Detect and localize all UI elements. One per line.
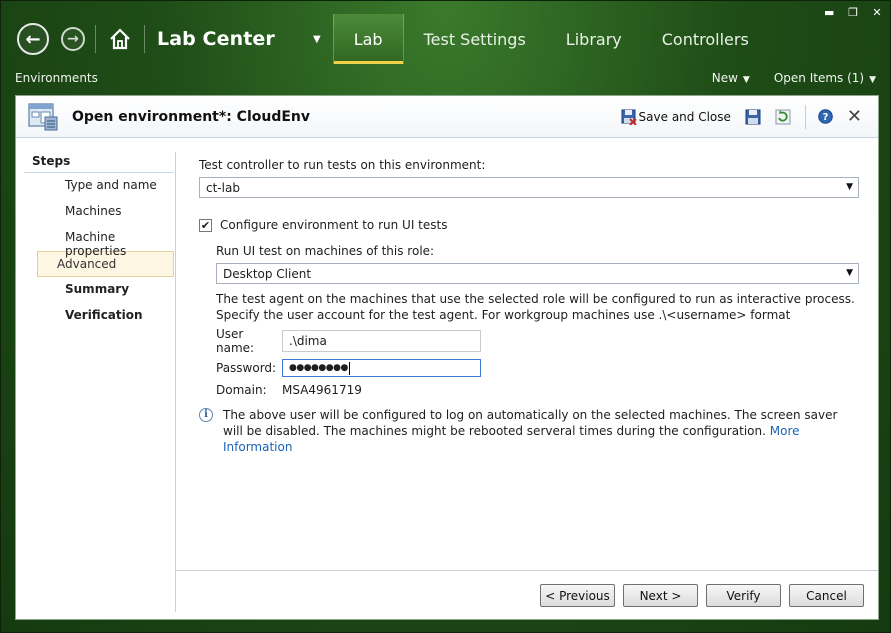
tab-label: Library xyxy=(565,29,622,49)
info-note: i The above user will be configured to l… xyxy=(199,407,859,455)
save-and-close-label: Save and Close xyxy=(638,109,731,124)
domain-row: Domain: MSA4961719 xyxy=(216,383,859,397)
sidebar-divider xyxy=(175,152,176,612)
tab-label: Controllers xyxy=(661,29,749,49)
password-row: Password: ●●●●●●●● xyxy=(216,359,859,377)
step-type-and-name[interactable]: Type and name xyxy=(24,173,174,199)
chevron-down-icon: ▼ xyxy=(846,268,853,278)
step-verification[interactable]: Verification xyxy=(24,303,174,329)
window-close-button[interactable]: ✕ xyxy=(872,6,882,19)
nav-separator xyxy=(95,25,96,53)
nav-separator xyxy=(144,25,145,53)
section-label[interactable]: Environments xyxy=(15,71,98,85)
domain-label: Domain: xyxy=(216,383,267,397)
configure-ui-label: Configure environment to run UI tests xyxy=(220,218,448,232)
domain-value: MSA4961719 xyxy=(282,383,362,397)
tab-label: Lab xyxy=(353,29,383,49)
save-icon[interactable] xyxy=(745,109,761,125)
subbar-actions: New ▼ Open Items (1) ▼ xyxy=(712,71,876,85)
forward-arrow-icon: → xyxy=(67,31,79,47)
chevron-down-icon: ▼ xyxy=(846,182,853,192)
wizard-footer: < Previous Next > Verify Cancel xyxy=(540,584,864,607)
controller-label: Test controller to run tests on this env… xyxy=(199,158,486,172)
panel-header-actions: Save and Close ? ✕ xyxy=(621,96,878,137)
advanced-settings-form: Test controller to run tests on this env… xyxy=(199,158,859,455)
chevron-down-icon: ▼ xyxy=(742,75,750,85)
password-label: Password: xyxy=(216,361,277,375)
app-title: Lab Center xyxy=(157,28,275,50)
role-value: Desktop Client xyxy=(223,266,312,281)
username-label: User name: xyxy=(216,327,255,355)
svg-text:?: ? xyxy=(823,112,829,123)
agent-description: The test agent on the machines that use … xyxy=(216,291,859,323)
info-text-block: The above user will be configured to log… xyxy=(223,407,859,455)
step-machines[interactable]: Machines xyxy=(24,199,174,225)
tab-controllers[interactable]: Controllers xyxy=(642,14,769,64)
home-icon xyxy=(110,28,130,50)
top-navigation: ← → Lab Center ▼ Lab Test Settings Libra… xyxy=(13,13,769,65)
info-icon: i xyxy=(199,408,213,422)
environment-panel: Open environment*: CloudEnv Save and Clo… xyxy=(15,95,879,620)
test-controller-select[interactable]: ct-lab ▼ xyxy=(199,177,859,198)
steps-title: Steps xyxy=(24,148,174,173)
step-machine-properties[interactable]: Machine properties xyxy=(24,225,174,258)
app-menu-dropdown-icon[interactable]: ▼ xyxy=(313,34,321,45)
tab-library[interactable]: Library xyxy=(546,14,642,64)
window-controls: ▬ ❐ ✕ xyxy=(824,6,882,19)
configure-ui-checkbox[interactable]: ✔ xyxy=(199,218,212,232)
new-menu-label: New xyxy=(711,71,738,85)
verify-button[interactable]: Verify xyxy=(706,584,781,607)
next-button[interactable]: Next > xyxy=(623,584,698,607)
refresh-icon[interactable] xyxy=(775,109,791,125)
username-row: User name: .\dima xyxy=(216,327,859,355)
chevron-down-icon: ▼ xyxy=(869,75,876,85)
new-menu[interactable]: New ▼ xyxy=(712,71,750,85)
text-cursor xyxy=(348,361,350,375)
info-text: The above user will be configured to log… xyxy=(223,408,838,438)
sub-navigation-bar: Environments New ▼ Open Items (1) ▼ xyxy=(1,65,890,91)
tab-lab[interactable]: Lab xyxy=(332,14,404,64)
back-arrow-icon: ← xyxy=(25,28,41,50)
environment-icon xyxy=(28,102,58,130)
header-separator xyxy=(804,104,806,129)
panel-header: Open environment*: CloudEnv Save and Clo… xyxy=(16,96,878,138)
minimize-button[interactable]: ▬ xyxy=(824,6,834,19)
open-items-menu[interactable]: Open Items (1) ▼ xyxy=(774,71,876,85)
test-controller-value: ct-lab xyxy=(206,180,240,195)
step-summary[interactable]: Summary xyxy=(24,277,174,303)
back-button[interactable]: ← xyxy=(17,23,49,55)
help-icon[interactable]: ? xyxy=(818,109,833,124)
footer-divider xyxy=(176,570,878,571)
password-input[interactable]: ●●●●●●●● xyxy=(282,359,481,377)
close-icon[interactable]: ✕ xyxy=(847,106,862,127)
home-button[interactable] xyxy=(106,25,134,53)
description-line: The test agent on the machines that use … xyxy=(216,292,855,306)
save-close-icon xyxy=(621,109,637,125)
previous-button[interactable]: < Previous xyxy=(540,584,615,607)
checkmark-icon: ✔ xyxy=(200,218,211,232)
role-select[interactable]: Desktop Client ▼ xyxy=(216,263,859,284)
save-and-close-button[interactable]: Save and Close xyxy=(621,109,731,125)
username-value: .\dima xyxy=(289,334,327,348)
password-value: ●●●●●●●● xyxy=(289,363,348,373)
panel-title: Open environment*: CloudEnv xyxy=(72,108,311,125)
forward-button[interactable]: → xyxy=(61,27,85,51)
ui-test-settings: Run UI test on machines of this role: De… xyxy=(216,244,859,397)
steps-sidebar: Steps Type and name Machines Machine pro… xyxy=(24,148,174,329)
open-items-label: Open Items (1) xyxy=(773,71,865,85)
restore-button[interactable]: ❐ xyxy=(848,6,858,19)
description-line: Specify the user account for the test ag… xyxy=(216,308,791,322)
cancel-button[interactable]: Cancel xyxy=(789,584,864,607)
configure-ui-row[interactable]: ✔ Configure environment to run UI tests xyxy=(199,218,859,232)
username-input[interactable]: .\dima xyxy=(282,330,481,352)
role-label: Run UI test on machines of this role: xyxy=(216,244,435,258)
lab-center-window: ▬ ❐ ✕ ← → Lab Center ▼ Lab Test Settings xyxy=(0,0,891,633)
tab-test-settings[interactable]: Test Settings xyxy=(404,14,546,64)
tab-label: Test Settings xyxy=(423,29,526,49)
